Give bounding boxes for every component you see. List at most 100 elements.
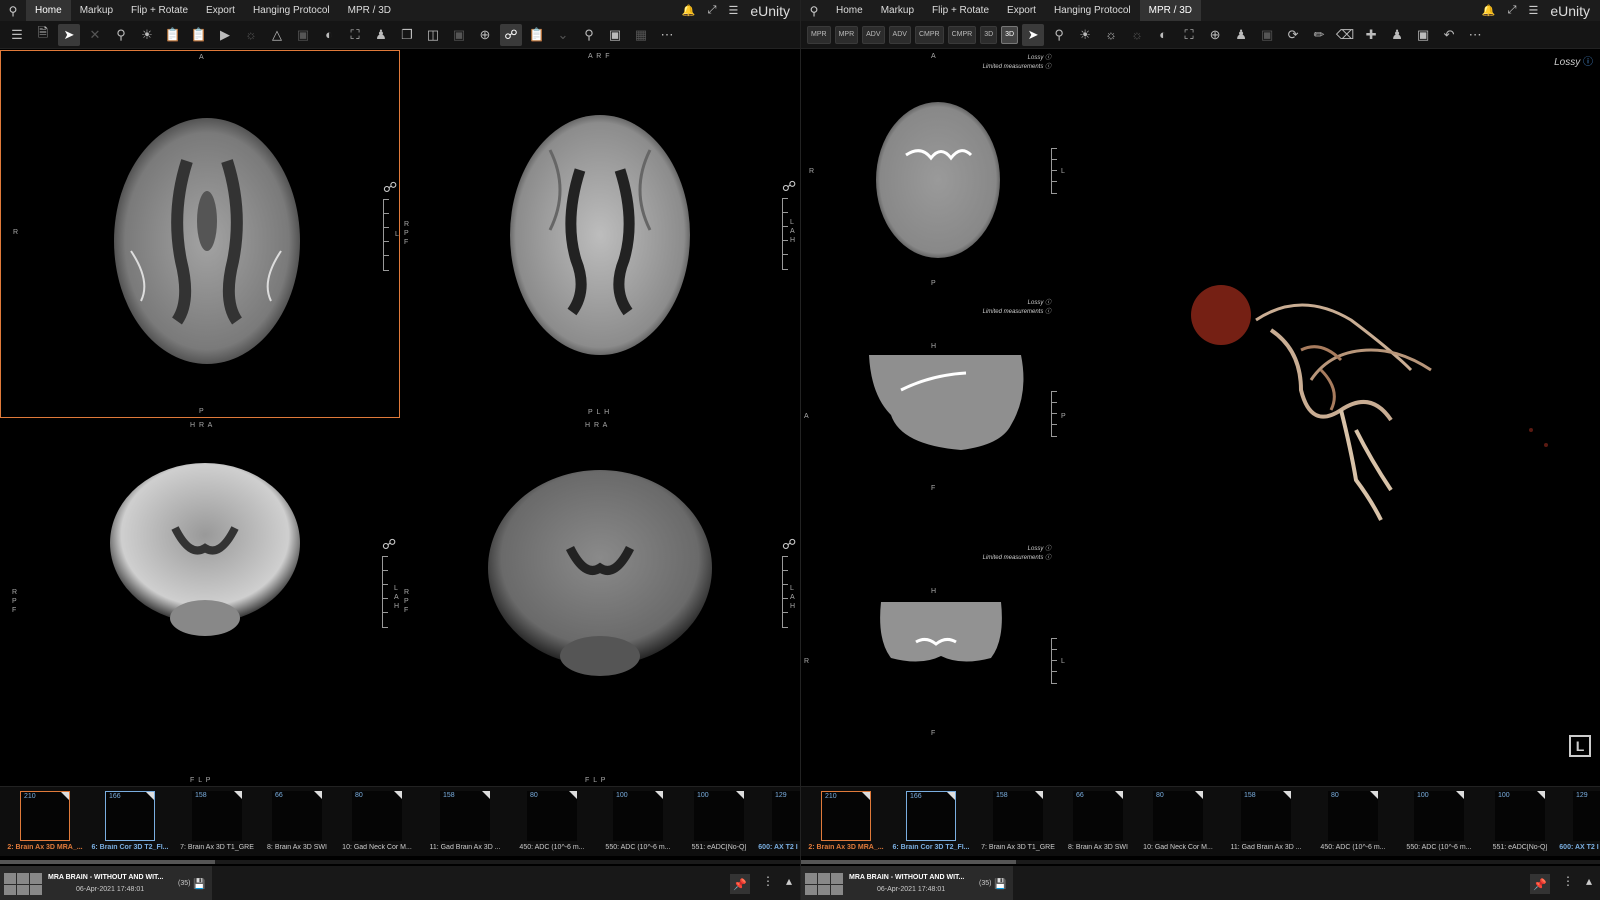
series-thumbnail[interactable]: 100 [1495, 791, 1545, 841]
series-thumbnail[interactable]: 100 [694, 791, 744, 841]
link-icon[interactable]: ☍ [782, 536, 796, 553]
bell-icon[interactable]: 🔔 [682, 4, 696, 17]
series-thumbnail[interactable]: 210 [821, 791, 871, 841]
link-tool-icon[interactable]: ☍ [500, 23, 522, 46]
fit-icon[interactable]: ⛶ [344, 24, 366, 46]
bell-icon[interactable]: 🔔 [1482, 4, 1496, 17]
study-card[interactable]: MRA BRAIN - WITHOUT AND WIT... 06-Apr-20… [801, 866, 1013, 900]
fit-icon[interactable]: ⛶ [1178, 24, 1200, 46]
tab-markup[interactable]: Markup [872, 0, 923, 21]
person-icon[interactable]: ♟ [1230, 24, 1252, 46]
save-icon[interactable]: 💾 [994, 879, 1006, 890]
tab-home[interactable]: Home [26, 0, 71, 21]
tab-hanging-protocol[interactable]: Hanging Protocol [1045, 0, 1140, 21]
users-icon[interactable]: ♟ [1386, 24, 1408, 46]
chevron-up-icon[interactable]: ▴ [1586, 874, 1592, 894]
tab-mpr-3d[interactable]: MPR / 3D [339, 0, 400, 21]
series-thumbnail[interactable]: 100 [613, 791, 663, 841]
series-thumbnail[interactable]: 166 [105, 791, 155, 841]
brightness-icon[interactable]: ☀ [136, 24, 158, 46]
tab-hanging-protocol[interactable]: Hanging Protocol [244, 0, 339, 21]
3d-button-2[interactable]: 3D [1001, 25, 1019, 44]
tab-markup[interactable]: Markup [71, 0, 122, 21]
crosshair-icon[interactable]: ⊕ [474, 24, 496, 46]
list-icon[interactable]: ☰ [6, 24, 28, 46]
mpr-button[interactable]: MPR [807, 25, 831, 44]
link-icon[interactable]: ☍ [383, 179, 397, 196]
settings-sun-icon[interactable]: ☼ [240, 24, 262, 46]
rotate-icon[interactable]: ⟳ [1282, 24, 1304, 46]
series-thumbnail[interactable]: 66 [1073, 791, 1123, 841]
series-thumbnail[interactable]: 80 [527, 791, 577, 841]
plus-crosshair-icon[interactable]: ✚ [1360, 24, 1382, 46]
settings-sun-icon[interactable]: ☼ [1126, 24, 1148, 46]
tab-mpr-3d[interactable]: MPR / 3D [1139, 0, 1201, 21]
window-level-icon[interactable]: ☼ [1100, 24, 1122, 46]
cmpr-button-2[interactable]: CMPR [947, 25, 977, 44]
tab-flip-rotate[interactable]: Flip + Rotate [122, 0, 197, 21]
series-thumbnail[interactable]: 158 [1241, 791, 1291, 841]
copy-icon[interactable]: 📋 [188, 24, 210, 46]
more-vertical-icon[interactable]: ⋮ [1562, 874, 1574, 894]
pin-icon[interactable]: 📌 [729, 874, 750, 894]
ruler-icon[interactable]: ✏ [1308, 24, 1330, 46]
tab-export[interactable]: Export [998, 0, 1045, 21]
frame-icon[interactable]: ▣ [292, 24, 314, 46]
tab-export[interactable]: Export [197, 0, 244, 21]
play-icon[interactable]: ▶ [214, 24, 236, 46]
pointer-icon[interactable]: ➤ [1022, 23, 1045, 46]
magnify-icon[interactable]: ⚲ [578, 24, 600, 46]
study-card[interactable]: MRA BRAIN - WITHOUT AND WIT... 06-Apr-20… [0, 866, 212, 900]
contrast-icon[interactable]: ◐ [1152, 24, 1174, 46]
series-thumbnail[interactable]: 129 [1573, 791, 1600, 841]
hamburger-menu-icon[interactable]: ☰ [728, 4, 738, 17]
viewport-axial-flair[interactable]: A R F P L H R P F ☍ L A H [400, 50, 800, 418]
series-thumbnail[interactable]: 66 [272, 791, 322, 841]
series-thumbnail[interactable]: 158 [192, 791, 242, 841]
thumbnail-scrollbar[interactable] [801, 860, 1600, 864]
close-icon[interactable]: ✕ [84, 24, 106, 46]
series-thumbnail[interactable]: 158 [993, 791, 1043, 841]
mpr-coronal-view[interactable]: H F R Lossy ⓘ Limited measurements ⓘ L [801, 540, 1071, 786]
link-icon[interactable]: ☍ [782, 178, 796, 195]
zoom-icon[interactable]: ⚲ [1048, 24, 1070, 46]
stack-icon[interactable]: ❐ [396, 24, 418, 46]
thumbnail-scrollbar[interactable] [0, 860, 800, 864]
orientation-cube-marker[interactable]: L [1569, 735, 1591, 757]
search-icon[interactable]: ⚲ [801, 4, 827, 18]
more-options-icon[interactable]: ⋯ [1464, 24, 1486, 46]
chevron-down-icon[interactable]: ⌄ [552, 24, 574, 46]
crop-icon[interactable]: ▣ [1256, 24, 1278, 46]
viewport-coronal-t2[interactable]: H R A F L P R P F ☍ L A H [0, 418, 400, 786]
link-icon[interactable]: ☍ [382, 536, 396, 553]
mpr-button-2[interactable]: MPR [834, 25, 859, 44]
fullscreen-icon[interactable]: ⤢ [708, 4, 717, 17]
fullscreen-icon[interactable]: ⤢ [1508, 4, 1517, 17]
series-thumbnail[interactable]: 166 [906, 791, 956, 841]
crosshair-icon[interactable]: ⊕ [1204, 24, 1226, 46]
3d-button[interactable]: 3D [980, 25, 998, 44]
more-options-icon[interactable]: ⋯ [656, 24, 678, 46]
pointer-icon[interactable]: ➤ [58, 23, 80, 46]
triangle-dropdown-icon[interactable]: △ [266, 24, 288, 46]
adv-button-2[interactable]: ADV [888, 25, 911, 44]
series-thumbnail[interactable]: 158 [440, 791, 490, 841]
document-icon[interactable]: 🗎 [32, 24, 54, 46]
save-icon[interactable]: 💾 [193, 879, 205, 890]
series-thumbnail[interactable]: 80 [352, 791, 402, 841]
person-icon[interactable]: ♟ [370, 24, 392, 46]
layers-icon[interactable]: ◫ [422, 24, 444, 46]
brightness-icon[interactable]: ☀ [1074, 24, 1096, 46]
mpr-sagittal-view[interactable]: H F A Lossy ⓘ Limited measurements ⓘ P [801, 295, 1071, 540]
series-thumbnail[interactable]: 129 [772, 791, 800, 841]
zoom-icon[interactable]: ⚲ [110, 24, 132, 46]
cube-icon[interactable]: ▣ [604, 24, 626, 46]
series-thumbnail[interactable]: 80 [1328, 791, 1378, 841]
chevron-up-icon[interactable]: ▴ [786, 874, 792, 894]
contrast-icon[interactable]: ◐ [318, 24, 340, 46]
viewport-axial-mra[interactable]: A P R ☍ L [0, 50, 400, 418]
search-icon[interactable]: ⚲ [0, 4, 26, 18]
hamburger-menu-icon[interactable]: ☰ [1528, 4, 1538, 17]
adv-button[interactable]: ADV [862, 25, 885, 44]
mpr-axial-view[interactable]: A P R Lossy ⓘ Limited measurements ⓘ L [801, 50, 1071, 295]
